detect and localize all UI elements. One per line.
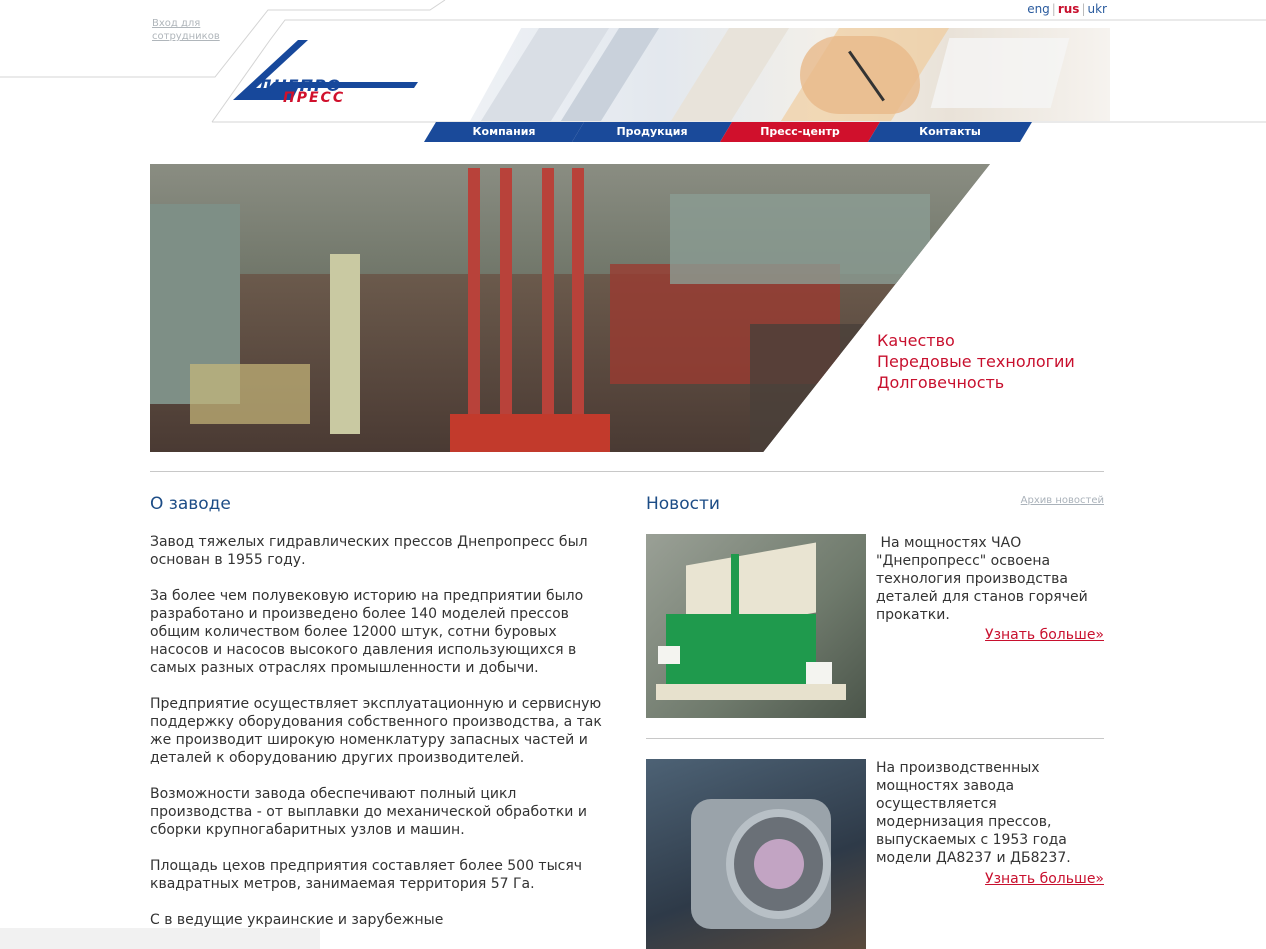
nav-contacts[interactable]: Контакты	[868, 122, 1032, 142]
news-read-more-link[interactable]: Узнать больше»	[985, 871, 1104, 887]
nav-press-center[interactable]: Пресс-центр	[720, 122, 880, 142]
news-title: Новости	[646, 494, 720, 514]
header-banner-image	[470, 28, 1110, 121]
lang-eng[interactable]: eng	[1027, 2, 1050, 16]
news-read-more-link[interactable]: Узнать больше»	[985, 627, 1104, 643]
hero-factory-image	[150, 164, 990, 452]
news-item-text: На производственных мощностях завода осу…	[876, 760, 1071, 866]
logo-text-bottom: ПРЕСС	[283, 90, 346, 106]
about-text: Завод тяжелых гидравлических прессов Дне…	[150, 533, 612, 947]
divider	[646, 738, 1104, 739]
about-paragraph: С в ведущие украинские и зарубежные	[150, 912, 444, 928]
about-paragraph: Предприятие осуществляет эксплуатационну…	[150, 696, 602, 766]
slogan-quality: Качество	[877, 331, 955, 350]
slogan-durability: Долговечность	[877, 373, 1005, 392]
news-image[interactable]	[646, 759, 866, 949]
about-paragraph: Завод тяжелых гидравлических прессов Дне…	[150, 534, 588, 568]
lang-ukr[interactable]: ukr	[1088, 2, 1108, 16]
news-item-text: На мощностях ЧАО "Днепропресс" освоена т…	[876, 535, 1093, 623]
about-paragraph: Возможности завода обеспечивают полный ц…	[150, 786, 587, 838]
main-nav: Компания Продукция Пресс-центр Контакты	[424, 122, 1034, 142]
staff-login-link[interactable]: Вход для сотрудников	[152, 17, 232, 43]
bottom-scroll-shadow	[0, 928, 320, 949]
lang-rus[interactable]: rus	[1058, 2, 1080, 16]
nav-company[interactable]: Компания	[424, 122, 584, 142]
slogan-technology: Передовые технологии	[877, 352, 1075, 371]
about-paragraph: За более чем полувековую историю на пред…	[150, 588, 584, 676]
hero-slogan: Качество Передовые технологии Долговечно…	[877, 330, 1075, 393]
language-switcher: eng | rus | ukr	[1027, 2, 1108, 16]
news-image[interactable]	[646, 534, 866, 718]
news-archive-link[interactable]: Архив новостей	[1021, 495, 1104, 506]
dnepropress-logo[interactable]: ДНЕПРО ПРЕСС	[228, 40, 428, 106]
about-paragraph: Площадь цехов предприятия составляет бол…	[150, 858, 583, 892]
divider	[150, 471, 1104, 472]
about-title: О заводе	[150, 494, 231, 514]
nav-products[interactable]: Продукция	[572, 122, 732, 142]
